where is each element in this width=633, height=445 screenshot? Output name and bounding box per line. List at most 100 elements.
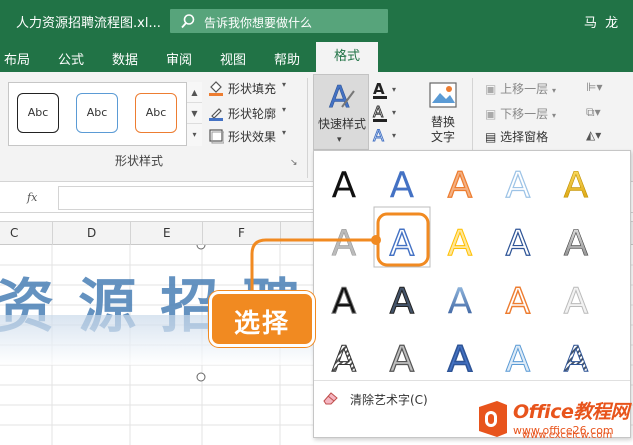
shape-styles-group-label: 形状样式: [115, 154, 164, 168]
wordart-style-2[interactable]: A: [390, 165, 415, 206]
bring-forward-button[interactable]: ▣ 上移一层 ▾: [485, 80, 556, 97]
search-icon: [181, 14, 195, 29]
wordart-style-6[interactable]: A: [331, 223, 357, 265]
tell-me-placeholder: 告诉我你想要做什么: [204, 16, 313, 30]
group-divider: [307, 78, 308, 178]
alt-text-icon: [429, 82, 457, 108]
svg-text:▾: ▾: [392, 85, 396, 94]
document-title: 人力资源招聘流程图.xl...: [16, 16, 161, 31]
wordart-style-4[interactable]: A: [505, 164, 531, 206]
shape-outline-label: 形状轮廓: [228, 107, 277, 121]
text-outline-button[interactable]: A ▾: [372, 103, 402, 123]
shape-style-thumb-3[interactable]: Abc: [135, 93, 177, 133]
wordart-styles-dropdown: A A A A A A A A A A A A A A A A A A A A: [313, 150, 631, 438]
wordart-style-icon: A: [329, 80, 355, 113]
selection-pane-button[interactable]: ▤ 选择窗格: [485, 128, 548, 145]
ribbon-tabs: 布局 公式 数据 审阅 视图 帮助 格式: [0, 42, 633, 72]
wordart-style-16[interactable]: A: [331, 339, 357, 380]
wordart-style-11[interactable]: A: [331, 281, 357, 323]
watermark-url-secondary: www.excelcw.com: [522, 430, 613, 441]
wordart-style-14[interactable]: A: [505, 280, 531, 322]
column-header-e[interactable]: E: [163, 226, 171, 240]
wordart-style-20[interactable]: A: [563, 339, 589, 380]
select-callout: 选择: [209, 291, 315, 347]
bring-forward-label: 上移一层: [500, 82, 549, 96]
paint-bucket-icon: [209, 81, 223, 96]
scroll-down-icon[interactable]: ▼: [187, 103, 202, 124]
selection-pane-icon: ▤: [485, 130, 497, 144]
bring-forward-icon: ▣: [485, 82, 497, 96]
svg-text:A: A: [329, 80, 350, 113]
dropdown-separator: [314, 380, 630, 381]
eraser-icon: [323, 392, 338, 405]
tab-page-layout[interactable]: 布局: [4, 49, 30, 68]
quick-styles-button[interactable]: A 快速样式 ▾: [313, 74, 369, 150]
tab-data[interactable]: 数据: [112, 49, 138, 68]
wordart-style-13[interactable]: A: [448, 281, 473, 322]
group-icon[interactable]: ⧉▾: [586, 105, 601, 120]
scroll-up-icon[interactable]: ▲: [187, 82, 202, 103]
alt-text-button[interactable]: 替换 文字: [428, 80, 462, 144]
wordart-style-17[interactable]: A: [389, 338, 415, 379]
column-divider: [130, 222, 131, 246]
shape-style-thumb-1[interactable]: Abc: [17, 93, 59, 133]
wordart-style-3[interactable]: A: [447, 164, 473, 206]
text-fill-icon: A ▾: [373, 80, 396, 99]
text-outline-icon: A ▾: [373, 103, 396, 122]
wordart-style-15[interactable]: A: [563, 281, 589, 323]
svg-text:▾: ▾: [392, 108, 396, 117]
tab-format[interactable]: 格式: [316, 42, 378, 72]
svg-text:▾: ▾: [392, 131, 396, 140]
svg-text:A: A: [373, 80, 385, 98]
chevron-down-icon: ▾: [282, 128, 287, 137]
column-divider: [202, 222, 203, 246]
chevron-down-icon: ▾: [282, 80, 287, 89]
title-bar: 人力资源招聘流程图.xl... 告诉我你想要做什么 马 龙: [0, 0, 633, 42]
office-logo: [479, 401, 507, 437]
align-icon[interactable]: ⊫▾: [586, 80, 602, 94]
gallery-scroll[interactable]: ▲ ▼ ▾: [186, 82, 202, 146]
text-fill-button[interactable]: A ▾: [372, 80, 402, 100]
shape-effects-label: 形状效果: [228, 130, 277, 144]
wordart-style-18[interactable]: A: [447, 338, 474, 379]
selection-pane-label: 选择窗格: [500, 130, 549, 144]
gallery-more-icon[interactable]: ▾: [187, 124, 202, 145]
column-header-c[interactable]: C: [10, 226, 18, 240]
chevron-down-icon: ▾: [282, 105, 287, 114]
column-header-f[interactable]: F: [238, 226, 245, 240]
wordart-style-9[interactable]: A: [505, 222, 531, 264]
formula-input[interactable]: [58, 186, 318, 210]
callout-label: 选择: [233, 309, 290, 339]
column-header-d[interactable]: D: [87, 226, 96, 240]
shape-style-gallery: Abc Abc Abc: [8, 82, 202, 146]
tell-me-search-box[interactable]: 告诉我你想要做什么: [170, 9, 388, 33]
wordart-style-1[interactable]: A: [332, 165, 357, 206]
wordart-style-10[interactable]: A: [563, 223, 589, 265]
tab-review[interactable]: 审阅: [166, 49, 192, 68]
tab-help[interactable]: 帮助: [274, 49, 300, 68]
rotate-icon[interactable]: ◭▾: [586, 128, 601, 142]
quick-styles-label: 快速样式: [317, 117, 366, 131]
send-backward-button[interactable]: ▣ 下移一层 ▾: [485, 105, 556, 122]
insert-function-icon[interactable]: fx: [27, 191, 37, 204]
watermark-brand: Office教程网: [513, 401, 629, 423]
shape-effects-icon: [209, 129, 224, 144]
wordart-style-8[interactable]: A: [447, 223, 473, 265]
pencil-outline-icon: [209, 108, 223, 121]
wordart-style-19[interactable]: A: [505, 339, 531, 380]
tab-view[interactable]: 视图: [220, 49, 246, 68]
dialog-launcher-icon[interactable]: ↘: [290, 158, 298, 168]
wordart-style-5[interactable]: A: [563, 165, 589, 207]
wordart-style-12[interactable]: A: [389, 281, 415, 323]
chevron-down-icon: ▾: [337, 135, 342, 145]
text-effects-button[interactable]: A ▾: [372, 126, 402, 146]
wordart-style-7[interactable]: A: [389, 222, 415, 264]
shape-style-thumb-2[interactable]: Abc: [76, 93, 118, 133]
chevron-down-icon: ▾: [552, 111, 557, 120]
user-name[interactable]: 马 龙: [584, 12, 620, 31]
column-divider: [52, 222, 53, 246]
tab-formulas[interactable]: 公式: [58, 49, 84, 68]
svg-text:A: A: [373, 103, 384, 121]
chevron-down-icon: ▾: [552, 86, 557, 95]
send-backward-label: 下移一层: [500, 107, 549, 121]
